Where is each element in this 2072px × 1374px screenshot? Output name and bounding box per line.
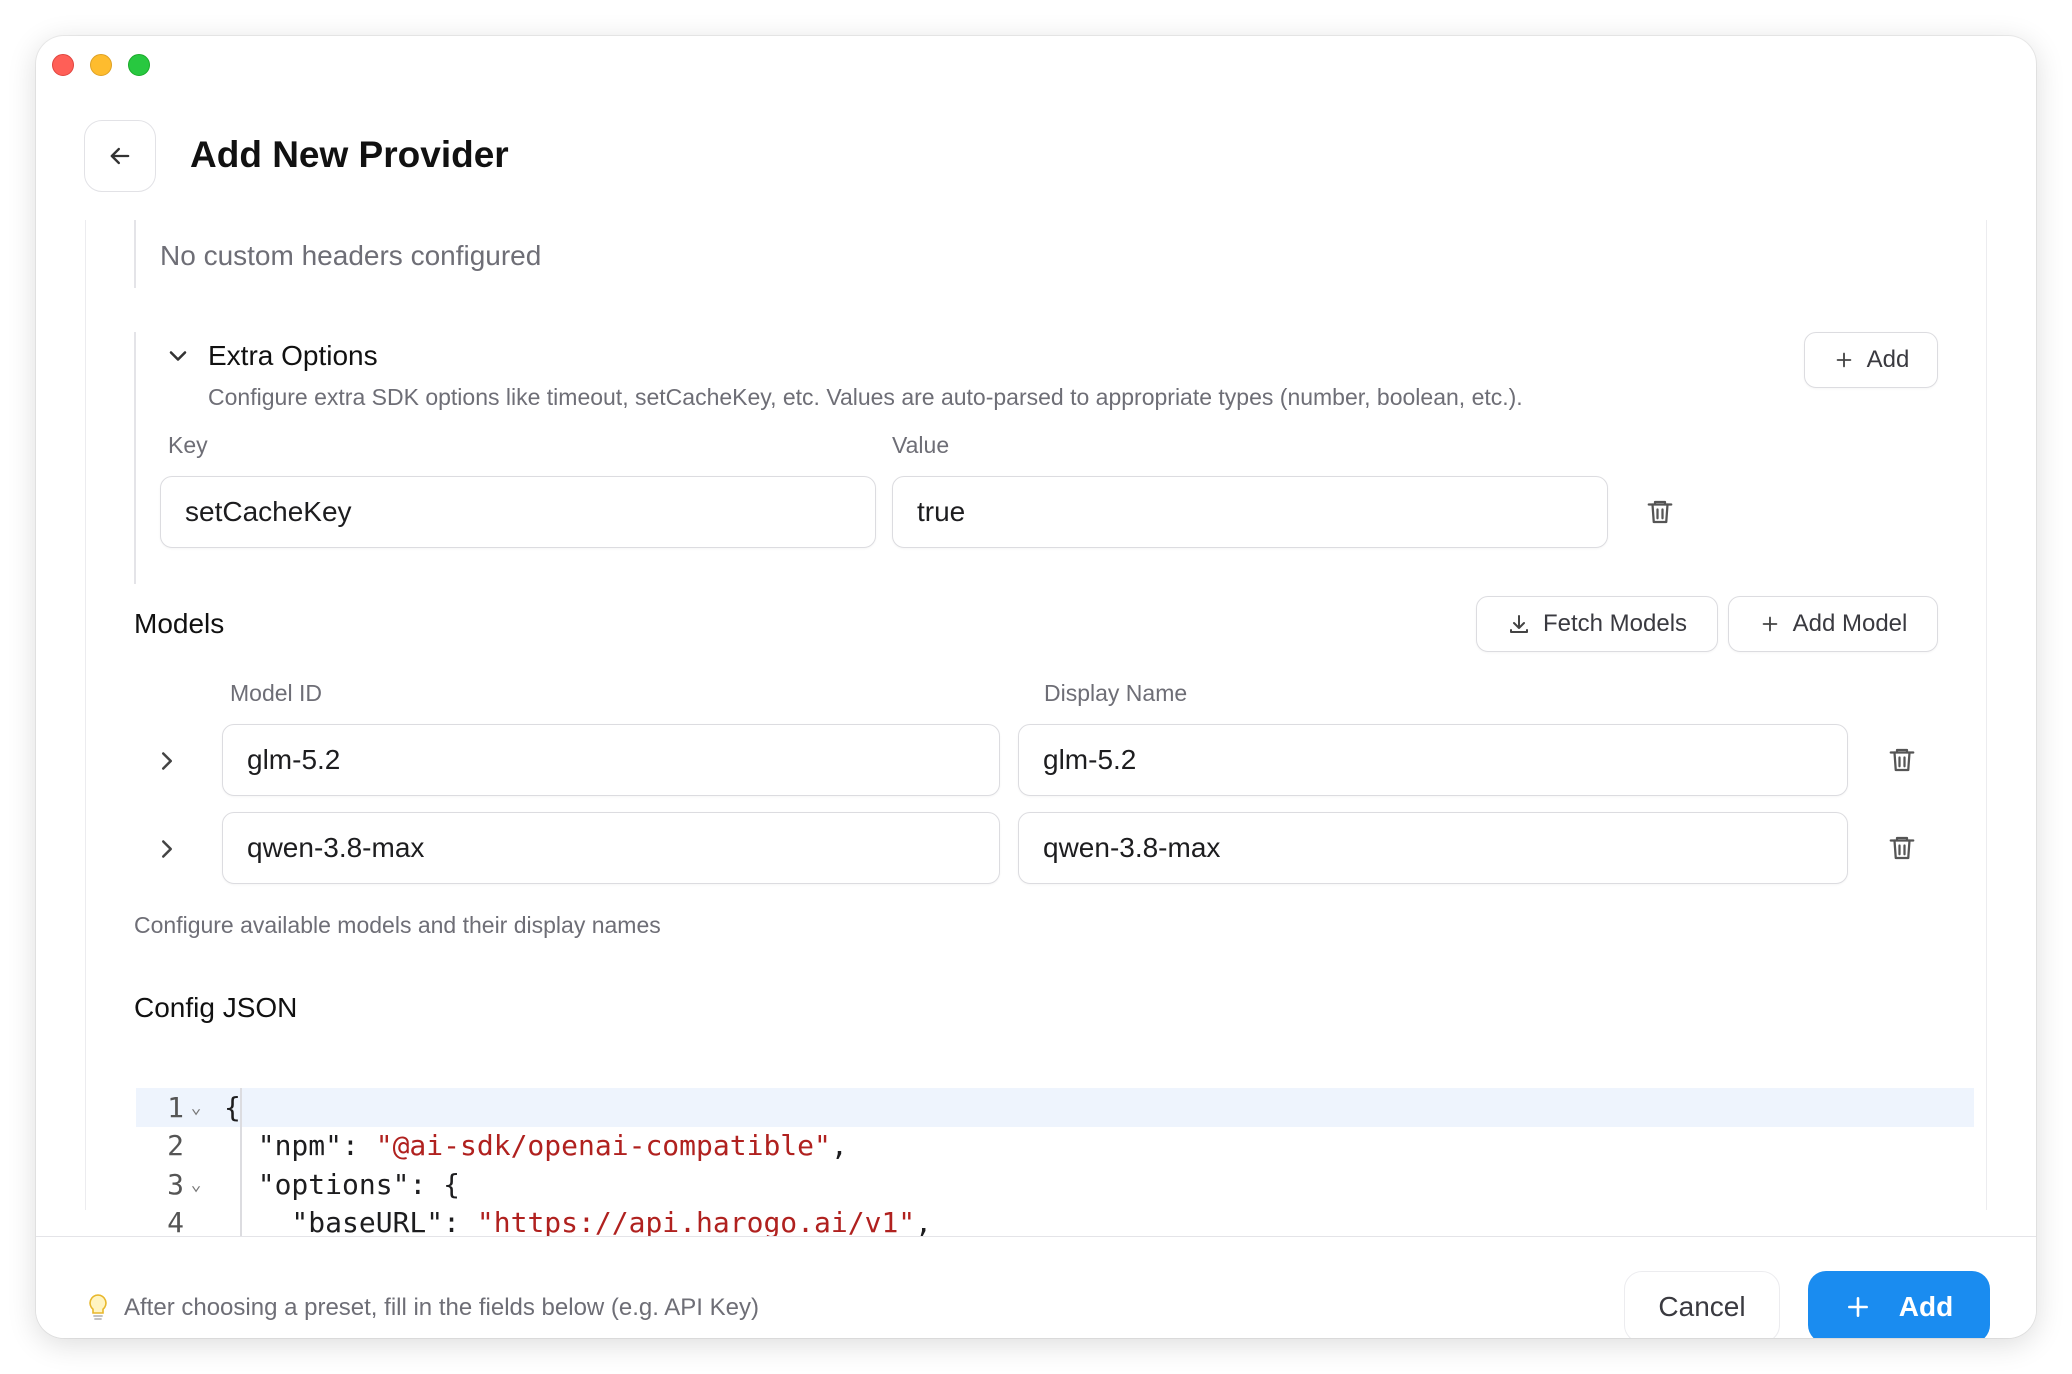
delete-extra-option-button[interactable] [1640, 492, 1680, 532]
code-line[interactable]: 2 "npm": "@ai-sdk/openai-compatible", [136, 1127, 1974, 1166]
display-name-input[interactable]: qwen-3.8-max [1018, 812, 1848, 884]
extra-option-value-input[interactable]: true [892, 476, 1608, 548]
chevron-right-icon [162, 752, 172, 770]
code-text: "baseURL": "https://api.harogo.ai/v1", [212, 1206, 932, 1236]
footer-hint: After choosing a preset, fill in the fie… [86, 1293, 759, 1323]
download-icon [1509, 615, 1528, 633]
fold-chevron-icon[interactable]: ⌄ [184, 1174, 208, 1195]
code-text: "npm": "@ai-sdk/openai-compatible", [212, 1129, 848, 1162]
chevron-down-icon[interactable] [164, 342, 192, 370]
code-line[interactable]: 3 ⌄ "options": { [136, 1165, 1974, 1204]
footer-hint-text: After choosing a preset, fill in the fie… [124, 1294, 759, 1321]
code-text: "options": { [212, 1168, 460, 1201]
code-line[interactable]: 1 ⌄ { [136, 1088, 1974, 1127]
display-name-input[interactable]: glm-5.2 [1018, 724, 1848, 796]
zoom-window-button[interactable] [128, 54, 150, 76]
back-button[interactable] [84, 120, 156, 192]
expand-model-row-button[interactable] [152, 746, 184, 778]
value-column-label: Value [892, 432, 950, 458]
arrow-left-icon [110, 147, 130, 165]
code-line[interactable]: 4 "baseURL": "https://api.harogo.ai/v1", [136, 1204, 1974, 1236]
models-title: Models [134, 608, 225, 639]
no-headers-text: No custom headers configured [160, 240, 542, 271]
add-model-label: Add Model [1792, 610, 1908, 637]
display-name-column-label: Display Name [1044, 680, 1188, 706]
config-json-title: Config JSON [134, 992, 298, 1023]
editor-gutter-border [240, 1088, 242, 1236]
line-gutter: 1 ⌄ [136, 1091, 212, 1124]
section-divider [134, 332, 136, 584]
dialog-footer: After choosing a preset, fill in the fie… [36, 1236, 2036, 1338]
model-id-column-label: Model ID [230, 680, 323, 706]
expand-model-row-button[interactable] [152, 834, 184, 866]
line-gutter: 4 [136, 1206, 212, 1236]
extra-options-description: Configure extra SDK options like timeout… [208, 384, 1523, 410]
trash-icon [1647, 500, 1673, 524]
plus-icon [1836, 352, 1851, 368]
fetch-models-button[interactable]: Fetch Models [1476, 596, 1718, 652]
code-token: , [915, 1206, 933, 1236]
close-window-button[interactable] [52, 54, 74, 76]
trash-icon [1889, 836, 1915, 860]
fetch-models-label: Fetch Models [1542, 610, 1688, 637]
model-id-input[interactable]: qwen-3.8-max [222, 812, 1000, 884]
code-text: { [212, 1091, 241, 1124]
extra-options-title: Extra Options [208, 340, 378, 371]
line-number: 2 [167, 1129, 184, 1163]
line-gutter: 2 [136, 1129, 212, 1162]
window-controls [52, 54, 150, 76]
lightbulb-icon [89, 1294, 107, 1320]
code-token: "options": { [224, 1167, 461, 1201]
code-token: { [224, 1090, 241, 1124]
fold-chevron-icon[interactable]: ⌄ [184, 1097, 208, 1118]
line-number: 4 [167, 1206, 184, 1236]
config-json-editor[interactable]: 1 ⌄{2 "npm": "@ai-sdk/openai-compatible",… [136, 1088, 1974, 1236]
page-title: Add New Provider [190, 134, 509, 175]
plus-icon [1847, 1297, 1868, 1317]
add-provider-button[interactable]: Add [1808, 1271, 1990, 1338]
models-help-text: Configure available models and their dis… [134, 912, 661, 938]
code-string-token: "https://api.harogo.ai/v1" [476, 1206, 916, 1236]
line-number: 1 [167, 1090, 184, 1124]
add-extra-option-button[interactable]: Add [1804, 332, 1938, 388]
code-token: "baseURL": [224, 1206, 477, 1236]
chevron-right-icon [162, 840, 172, 858]
code-string-token: "@ai-sdk/openai-compatible" [375, 1129, 831, 1163]
extra-option-key-input[interactable]: setCacheKey [160, 476, 876, 548]
line-gutter: 3 ⌄ [136, 1168, 212, 1201]
code-token: , [830, 1129, 848, 1163]
add-model-button[interactable]: Add Model [1728, 596, 1938, 652]
delete-model-button[interactable] [1882, 828, 1922, 868]
model-id-input[interactable]: glm-5.2 [222, 724, 1000, 796]
delete-model-button[interactable] [1882, 740, 1922, 780]
code-token: "npm": [224, 1129, 376, 1163]
section-divider [134, 220, 136, 288]
key-column-label: Key [168, 432, 208, 458]
add-extra-option-label: Add [1866, 346, 1910, 373]
line-number: 3 [167, 1167, 184, 1201]
plus-icon [1762, 616, 1777, 632]
trash-icon [1889, 748, 1915, 772]
minimize-window-button[interactable] [90, 54, 112, 76]
cancel-button[interactable]: Cancel [1624, 1271, 1780, 1338]
add-provider-label: Add [1898, 1291, 1954, 1322]
provider-window: Add New Provider No custom headers confi… [36, 36, 2036, 1338]
